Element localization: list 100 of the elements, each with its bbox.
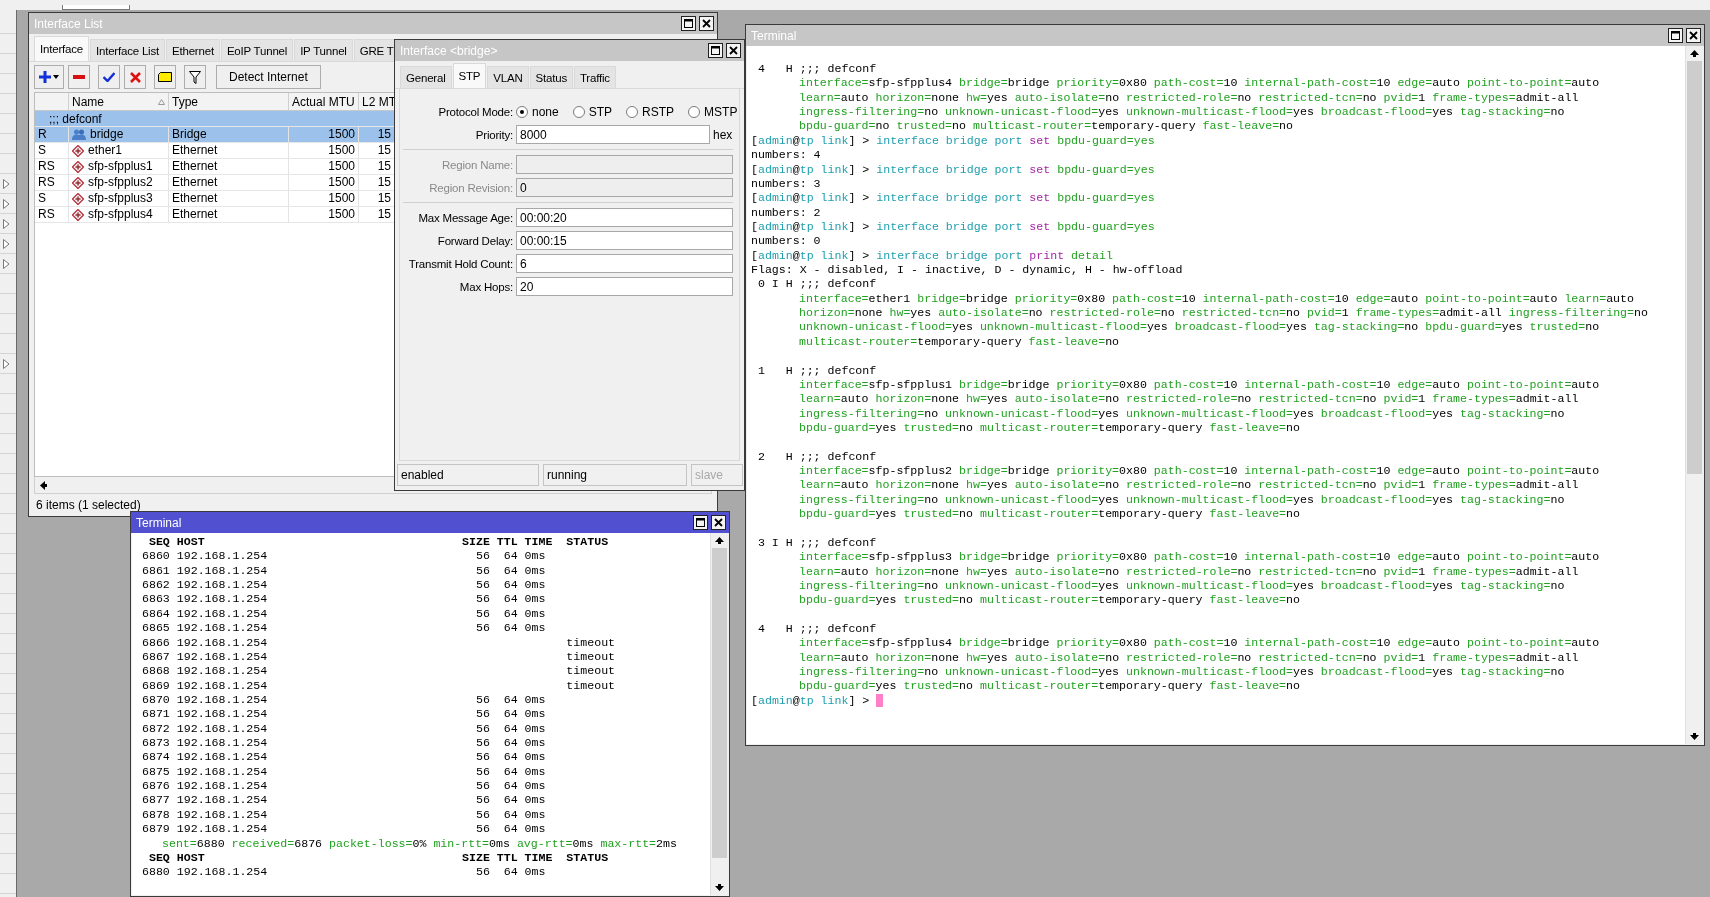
seq-text: 6860 xyxy=(142,549,170,564)
terminal-line: bpdu-guard=yes trusted=no multicast-router=temporary-query fast-leave=no xyxy=(799,593,1300,608)
terminal-line: interface=sfp-sfpplus2 bridge=bridge priority=0x80 path-cost=10 internal-path-cost=10 edge=auto point-to-point=auto xyxy=(799,464,1600,479)
tab[interactable]: EoIP Tunnel xyxy=(220,39,294,61)
scroll-down-icon[interactable] xyxy=(714,884,724,891)
scroll-down-icon[interactable] xyxy=(1689,733,1699,740)
note-icon xyxy=(158,72,172,82)
tab[interactable]: VLAN xyxy=(487,66,529,88)
add-button[interactable] xyxy=(34,65,64,89)
radio-option[interactable]: MSTP xyxy=(688,104,738,119)
terminal-line: numbers: 2 xyxy=(751,205,821,220)
radio-option[interactable]: RSTP xyxy=(626,104,675,119)
close-button[interactable] xyxy=(711,515,726,530)
terminal-line: learn=auto horizon=none hw=yes auto-isolate=no restricted-role=no restricted-tcn=no pvid=1 frame-types=admit-all xyxy=(799,392,1579,407)
mtu-cell: 1500 xyxy=(328,207,355,222)
expand-icon[interactable] xyxy=(3,358,10,369)
scroll-up-icon[interactable] xyxy=(714,537,724,544)
column-header[interactable]: Actual MTU xyxy=(292,94,355,109)
maximize-button[interactable] xyxy=(681,16,696,31)
terminal-line: 3 I H ;;; defconf xyxy=(756,535,877,551)
tab[interactable]: STP xyxy=(452,63,487,88)
expand-icon[interactable] xyxy=(3,258,10,269)
column-header: TIME xyxy=(524,535,554,550)
tab[interactable]: Interface List xyxy=(89,39,165,61)
terminal-line: bpdu-guard=no trusted=no multicast-router=temporary-query fast-leave=no xyxy=(799,119,1293,134)
seq-text: 6870 xyxy=(142,692,170,708)
close-button[interactable] xyxy=(726,43,741,58)
filter-button[interactable] xyxy=(184,65,206,89)
tab[interactable]: IP Tunnel xyxy=(294,39,353,61)
expand-icon[interactable] xyxy=(3,238,10,249)
terminal-line: 4 H ;;; defconf xyxy=(756,622,877,637)
close-button[interactable] xyxy=(699,16,714,31)
mtu-cell: 1500 xyxy=(328,127,355,142)
time-text: 0ms xyxy=(524,779,547,794)
maximize-icon xyxy=(711,46,720,55)
host-text: 192.168.1.254 xyxy=(176,606,269,622)
expand-icon[interactable] xyxy=(3,218,10,229)
seq-text: 6867 xyxy=(142,649,170,665)
column-header[interactable]: L2 MT xyxy=(362,94,396,109)
window-title: Interface <bridge> xyxy=(400,43,498,58)
close-button[interactable] xyxy=(1686,28,1701,43)
size-text: 56 xyxy=(474,621,490,636)
maximize-button[interactable] xyxy=(693,515,708,530)
input-field[interactable]: 20 xyxy=(516,277,733,296)
window-title: Terminal xyxy=(136,515,182,530)
type-cell: Ethernet xyxy=(172,143,218,158)
comment-button[interactable] xyxy=(154,65,176,89)
vertical-scrollbar[interactable] xyxy=(710,533,728,895)
column-header[interactable]: Type xyxy=(172,94,198,109)
tab[interactable]: Traffic xyxy=(573,66,616,88)
tab[interactable]: Ethernet xyxy=(166,39,220,61)
column-header: SEQ xyxy=(147,850,170,866)
disable-button[interactable] xyxy=(124,65,146,89)
scroll-up-icon[interactable] xyxy=(1689,50,1699,57)
status-field: enabled xyxy=(397,464,539,486)
expand-icon[interactable] xyxy=(3,178,10,189)
ttl-text: 64 xyxy=(502,621,518,636)
scroll-left-icon[interactable] xyxy=(39,480,47,490)
maximize-button[interactable] xyxy=(1668,28,1683,43)
command-line: [admin@tp link] > interface bridge port set bpdu-guard=yes xyxy=(751,162,1155,177)
field-label: Protocol Mode: xyxy=(437,105,513,118)
ethernet-icon xyxy=(72,160,84,173)
enable-button[interactable] xyxy=(98,65,120,89)
host-text: 192.168.1.254 xyxy=(176,621,269,636)
size-text: 56 xyxy=(474,793,490,808)
seq-text: 6861 xyxy=(142,563,170,579)
terminal-line: numbers: 3 xyxy=(751,176,821,192)
remove-button[interactable] xyxy=(68,65,90,89)
input-field[interactable]: 8000 xyxy=(516,125,710,144)
input-field[interactable]: 6 xyxy=(516,254,733,273)
window-title: Terminal xyxy=(751,28,797,43)
tab[interactable]: General xyxy=(400,66,452,88)
time-text: 0ms xyxy=(524,822,547,837)
tab[interactable]: Status xyxy=(529,66,573,88)
flags-cell: RS xyxy=(38,175,55,190)
radio-option[interactable]: none xyxy=(516,104,559,119)
terminal-line: 2 H ;;; defconf xyxy=(756,449,877,465)
radio-option[interactable]: STP xyxy=(572,104,613,119)
seq-text: 6864 xyxy=(142,606,170,622)
type-cell: Ethernet xyxy=(172,175,218,190)
expand-icon[interactable] xyxy=(3,198,10,209)
terminal-line: numbers: 4 xyxy=(751,148,821,163)
command-line: [admin@tp link] > interface bridge port set bpdu-guard=yes xyxy=(751,133,1155,149)
input-field[interactable]: 00:00:15 xyxy=(516,231,733,250)
session-field[interactable] xyxy=(62,5,130,10)
seq-text: 6866 xyxy=(142,635,170,650)
filter-icon xyxy=(189,70,201,84)
column-header[interactable]: Name xyxy=(72,94,104,109)
detect-internet-button[interactable]: Detect Internet xyxy=(216,65,321,89)
vertical-scrollbar[interactable] xyxy=(1685,46,1703,744)
input-field[interactable]: 00:00:20 xyxy=(516,208,733,227)
time-text: 0ms xyxy=(524,621,547,636)
name-cell: bridge xyxy=(90,127,124,142)
maximize-button[interactable] xyxy=(708,43,723,58)
minus-icon xyxy=(73,75,85,79)
terminal-line: ingress-filtering=no unknown-unicast-flood=yes unknown-multicast-flood=yes broadcast-flood=yes tag-stacking=no xyxy=(799,492,1565,508)
terminal-line: bpdu-guard=yes trusted=no multicast-router=temporary-query fast-leave=no xyxy=(799,679,1300,694)
time-text: 0ms xyxy=(524,736,547,751)
tab[interactable]: Interface xyxy=(34,36,89,61)
flags-cell: RS xyxy=(38,159,55,174)
